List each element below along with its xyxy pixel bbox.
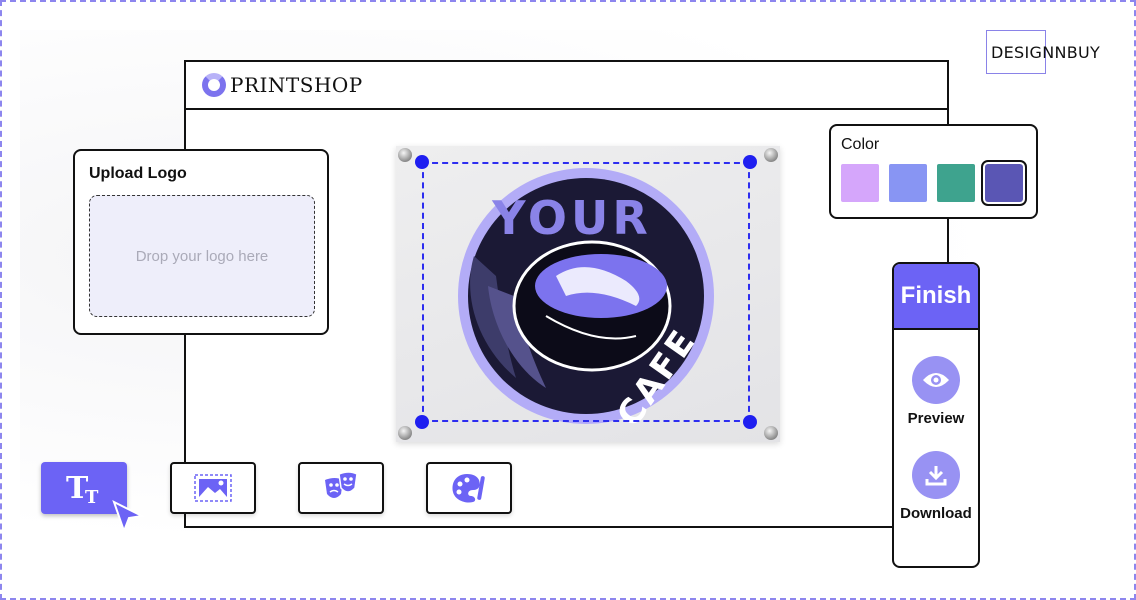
- mouse-cursor-icon: [112, 500, 146, 539]
- svg-text:T: T: [85, 487, 99, 506]
- finish-panel: Finish Preview Download: [892, 262, 980, 568]
- selection-box[interactable]: [422, 162, 750, 422]
- text-tool-icon: T T: [66, 471, 99, 506]
- preview-label: Preview: [907, 410, 965, 427]
- resize-handle-top-left[interactable]: [415, 155, 429, 169]
- palette-icon: [452, 474, 485, 503]
- logo-dropzone[interactable]: Drop your logo here: [89, 195, 315, 317]
- printshop-logo-icon: [202, 73, 226, 97]
- image-tool-button[interactable]: [170, 462, 256, 514]
- download-icon[interactable]: [912, 451, 960, 499]
- upload-logo-panel: Upload Logo Drop your logo here: [73, 149, 329, 335]
- dropzone-text: Drop your logo here: [135, 247, 269, 265]
- download-label: Download: [900, 505, 972, 522]
- brand-logo: DESIGNNBUY: [986, 30, 1100, 74]
- resize-handle-top-right[interactable]: [743, 155, 757, 169]
- screw-bottom-left: [398, 426, 412, 440]
- app-title: PRINTSHOP: [230, 73, 363, 97]
- screw-top-right: [764, 148, 778, 162]
- brand-name: DESIGNNBUY: [991, 42, 1101, 62]
- color-swatches: [841, 160, 1027, 206]
- screw-bottom-right: [764, 426, 778, 440]
- color-panel: Color: [829, 124, 1038, 219]
- color-title: Color: [841, 136, 880, 153]
- theater-masks-icon: [325, 471, 358, 498]
- paint-tool-button[interactable]: [426, 462, 512, 514]
- color-swatch[interactable]: [841, 164, 879, 202]
- finish-button[interactable]: Finish: [894, 264, 978, 330]
- image-icon: [194, 474, 232, 502]
- clipart-tool-button[interactable]: [298, 462, 384, 514]
- app-header: PRINTSHOP: [186, 62, 947, 110]
- eye-icon[interactable]: [912, 356, 960, 404]
- resize-handle-bottom-left[interactable]: [415, 415, 429, 429]
- download-action[interactable]: Download: [894, 451, 978, 522]
- color-swatch[interactable]: [889, 164, 927, 202]
- screw-top-left: [398, 148, 412, 162]
- color-swatch[interactable]: [981, 160, 1027, 206]
- design-canvas[interactable]: YOUR CAFE: [396, 146, 780, 442]
- resize-handle-bottom-right[interactable]: [743, 415, 757, 429]
- color-swatch[interactable]: [937, 164, 975, 202]
- upload-title: Upload Logo: [89, 165, 187, 182]
- preview-action[interactable]: Preview: [894, 356, 978, 427]
